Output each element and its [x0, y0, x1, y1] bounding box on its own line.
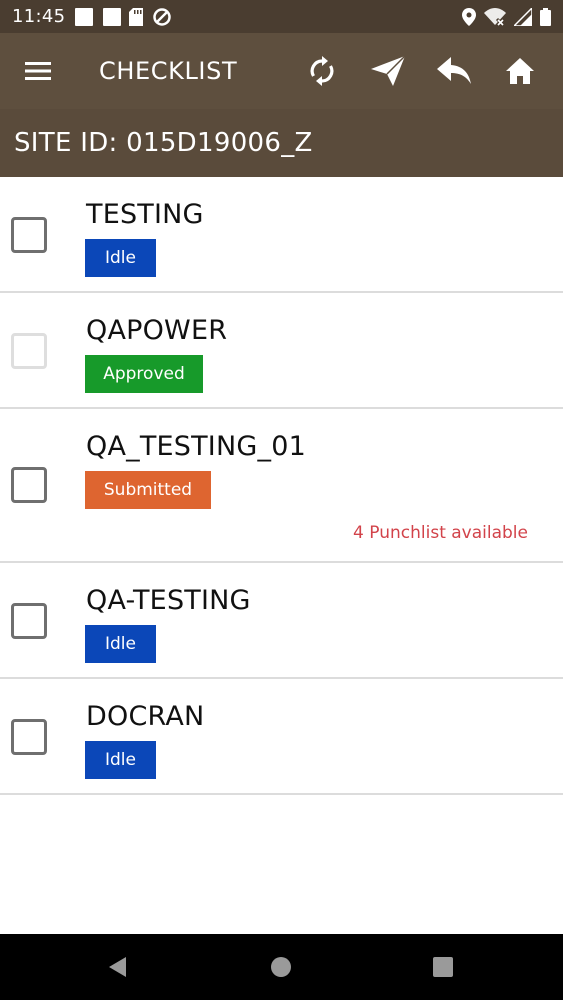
checkbox[interactable] [11, 603, 47, 639]
screen: 11:45 CHECKLIST SITE ID: 015D19006_Z TES… [0, 0, 563, 1000]
app-toolbar: CHECKLIST [0, 33, 563, 109]
checkbox[interactable] [11, 719, 47, 755]
checkbox[interactable] [11, 217, 47, 253]
sync-icon [310, 56, 334, 86]
status-time: 11:45 [12, 6, 66, 27]
battery-icon [540, 7, 551, 26]
location-icon [462, 7, 476, 26]
cell-signal-icon [514, 7, 532, 26]
status-right-icons [462, 7, 551, 26]
status-badge: Idle [85, 239, 156, 277]
home-button[interactable] [487, 33, 553, 109]
send-button[interactable] [355, 33, 421, 109]
checklist-name: TESTING [86, 199, 204, 230]
sd-card-icon [129, 7, 144, 26]
sync-button[interactable] [289, 33, 355, 109]
checkbox[interactable] [11, 467, 47, 503]
checkbox [11, 333, 47, 369]
status-badge: Submitted [85, 471, 211, 509]
system-nav-bar [0, 934, 563, 1000]
reply-icon [437, 57, 471, 84]
list-item[interactable]: QA-TESTING Idle [0, 563, 563, 679]
list-item[interactable]: QA_TESTING_01 Submitted 4 Punchlist avai… [0, 409, 563, 563]
checklist-name: QA-TESTING [86, 585, 251, 616]
page-title: CHECKLIST [99, 57, 238, 85]
home-icon [506, 58, 534, 84]
wifi-off-icon [484, 7, 506, 26]
list-item[interactable]: QAPOWER Approved [0, 293, 563, 409]
list-item[interactable]: TESTING Idle [0, 177, 563, 293]
status-badge: Idle [85, 741, 156, 779]
back-icon[interactable] [106, 955, 130, 979]
site-id-label: SITE ID: 015D19006_Z [14, 128, 313, 158]
menu-icon [25, 62, 51, 80]
menu-button[interactable] [0, 33, 76, 109]
list-item[interactable]: DOCRAN Idle [0, 679, 563, 795]
checklist-name: QAPOWER [86, 315, 228, 346]
site-id-bar: SITE ID: 015D19006_Z [0, 109, 563, 177]
recents-icon[interactable] [431, 955, 455, 979]
notification-square-icon [103, 7, 122, 26]
checklist-name: QA_TESTING_01 [86, 431, 306, 462]
home-nav-icon[interactable] [269, 955, 293, 979]
status-bar: 11:45 [0, 0, 563, 33]
checklist-list: TESTING Idle QAPOWER Approved QA_TESTING… [0, 177, 563, 795]
reply-button[interactable] [421, 33, 487, 109]
send-icon [371, 56, 405, 86]
checklist-name: DOCRAN [86, 701, 205, 732]
do-not-disturb-icon [153, 7, 172, 26]
status-badge: Idle [85, 625, 156, 663]
notification-square-icon [75, 7, 94, 26]
toolbar-actions [289, 33, 553, 109]
punchlist-link[interactable]: 4 Punchlist available [353, 523, 528, 543]
status-badge: Approved [85, 355, 203, 393]
